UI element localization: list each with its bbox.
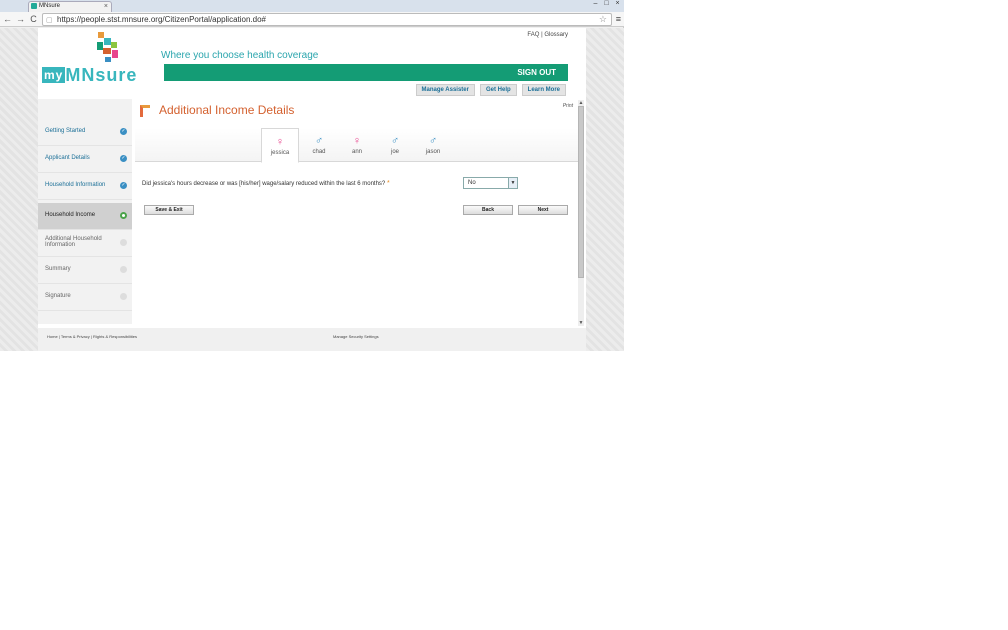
tab-strip: MNsure × – □ ×: [0, 0, 624, 12]
selected-value: No: [468, 180, 476, 186]
sidebar-item-label: Household Income: [45, 212, 96, 218]
member-name: jessica: [270, 150, 290, 156]
sidebar-item-getting-started[interactable]: Getting Started ✓: [38, 119, 132, 146]
faq-glossary-links[interactable]: FAQ | Glossary: [527, 32, 568, 38]
page-scrollbar[interactable]: ▲ ▼: [578, 100, 584, 326]
page-title: Additional Income Details: [159, 103, 295, 117]
household-member-tabs: ♀ jessica ♂ chad ♀ ann ♂ joe ♂ jason: [135, 128, 579, 163]
scrollbar-thumb[interactable]: [578, 106, 584, 278]
logo-wordmark: my MNsure: [42, 65, 138, 85]
window-controls: – □ ×: [591, 0, 622, 10]
member-tab-chad[interactable]: ♂ chad: [300, 128, 338, 163]
page-footer: Home | Terms & Privacy | Rights & Respon…: [38, 328, 586, 351]
page-container: FAQ | Glossary my MNsure Where you choose…: [38, 28, 586, 351]
income-question: Did jessica's hours decrease or was [his…: [142, 180, 390, 187]
check-icon: ✓: [120, 155, 127, 162]
sidebar-item-signature[interactable]: Signature: [38, 284, 132, 311]
page-viewport: FAQ | Glossary my MNsure Where you choose…: [0, 28, 624, 351]
print-link[interactable]: Print: [563, 103, 573, 109]
member-tab-jessica[interactable]: ♀ jessica: [261, 128, 299, 163]
pending-step-icon: [120, 266, 127, 273]
url-text: https://people.stst.mnsure.org/CitizenPo…: [57, 15, 267, 24]
male-person-icon: ♂: [314, 135, 324, 147]
main-content: Additional Income Details Print ♀ jessic…: [135, 99, 579, 324]
save-exit-button[interactable]: Save & Exit: [144, 205, 194, 215]
required-asterisk: *: [386, 180, 390, 187]
member-tab-ann[interactable]: ♀ ann: [338, 128, 376, 163]
chevron-down-icon[interactable]: ▼: [508, 178, 517, 188]
pending-step-icon: [120, 239, 127, 246]
manage-assister-button[interactable]: Manage Assister: [415, 84, 475, 96]
browser-toolbar: ← → C ▢ https://people.stst.mnsure.org/C…: [0, 12, 624, 27]
question-text: Did jessica's hours decrease or was [his…: [142, 181, 386, 187]
check-icon: ✓: [120, 128, 127, 135]
check-icon: ✓: [120, 182, 127, 189]
member-name: joe: [390, 149, 399, 155]
next-button[interactable]: Next: [518, 205, 568, 215]
minimize-icon[interactable]: –: [591, 0, 600, 8]
progress-sidebar: Getting Started ✓ Applicant Details ✓ Ho…: [38, 99, 132, 324]
close-tab-icon[interactable]: ×: [104, 2, 108, 11]
background-pattern-left: [0, 28, 38, 351]
sidebar-item-label: Household Information: [45, 182, 106, 188]
sidebar-item-label: Getting Started: [45, 128, 86, 134]
bookmark-star-icon[interactable]: ☆: [599, 14, 607, 25]
male-child-icon: ♂: [390, 135, 400, 147]
sign-out-button[interactable]: SIGN OUT: [517, 68, 556, 77]
learn-more-button[interactable]: Learn More: [521, 84, 566, 96]
member-tab-joe[interactable]: ♂ joe: [376, 128, 414, 163]
sidebar-item-household-information[interactable]: Household Information ✓: [38, 173, 132, 200]
back-arrow-icon[interactable]: ←: [2, 13, 13, 25]
sidebar-item-applicant-details[interactable]: Applicant Details ✓: [38, 146, 132, 173]
sidebar-item-additional-household-information[interactable]: Additional Household Information: [38, 230, 132, 257]
tagline: Where you choose health coverage: [161, 50, 319, 61]
hours-decrease-select[interactable]: No ▼: [463, 177, 518, 189]
sidebar-item-label: Applicant Details: [45, 155, 90, 161]
manage-security-settings-link[interactable]: Manage Security Settings: [333, 334, 379, 339]
back-button[interactable]: Back: [463, 205, 513, 215]
current-step-icon: [120, 212, 127, 219]
section-icon: [140, 105, 150, 117]
header-link-buttons: Manage Assister Get Help Learn More: [415, 84, 566, 96]
forward-arrow-icon[interactable]: →: [15, 13, 26, 25]
member-name: chad: [312, 149, 326, 155]
sidebar-item-label: Additional Household Information: [45, 236, 102, 248]
reload-icon[interactable]: C: [28, 13, 39, 25]
header-bar: SIGN OUT: [164, 64, 568, 81]
page-icon: ▢: [46, 17, 53, 24]
scroll-down-icon[interactable]: ▼: [578, 320, 584, 326]
maximize-icon[interactable]: □: [602, 0, 611, 8]
member-name: jason: [425, 149, 441, 155]
sidebar-item-summary[interactable]: Summary: [38, 257, 132, 284]
member-tab-jason[interactable]: ♂ jason: [414, 128, 452, 163]
get-help-button[interactable]: Get Help: [479, 84, 517, 96]
favicon-icon: [31, 3, 37, 9]
female-child-icon: ♀: [352, 135, 362, 147]
browser-tab[interactable]: MNsure ×: [28, 1, 112, 12]
browser-menu-icon[interactable]: ≡: [616, 14, 621, 24]
male-person-icon: ♂: [428, 135, 438, 147]
address-bar[interactable]: ▢ https://people.stst.mnsure.org/Citizen…: [42, 13, 612, 26]
female-person-icon: ♀: [275, 136, 285, 148]
sidebar-item-household-income[interactable]: Household Income: [38, 203, 132, 230]
sidebar-item-label: Summary: [45, 266, 71, 272]
browser-window: MNsure × – □ × ← → C ▢ https://people.st…: [0, 0, 624, 351]
mnsure-logo[interactable]: my MNsure: [42, 30, 160, 86]
sidebar-item-label: Signature: [45, 293, 71, 299]
background-pattern-right: [586, 28, 624, 351]
pending-step-icon: [120, 293, 127, 300]
member-name: ann: [351, 149, 362, 155]
footer-links[interactable]: Home | Terms & Privacy | Rights & Respon…: [47, 334, 137, 339]
tab-title: MNsure: [39, 3, 61, 9]
close-window-icon[interactable]: ×: [613, 0, 622, 8]
